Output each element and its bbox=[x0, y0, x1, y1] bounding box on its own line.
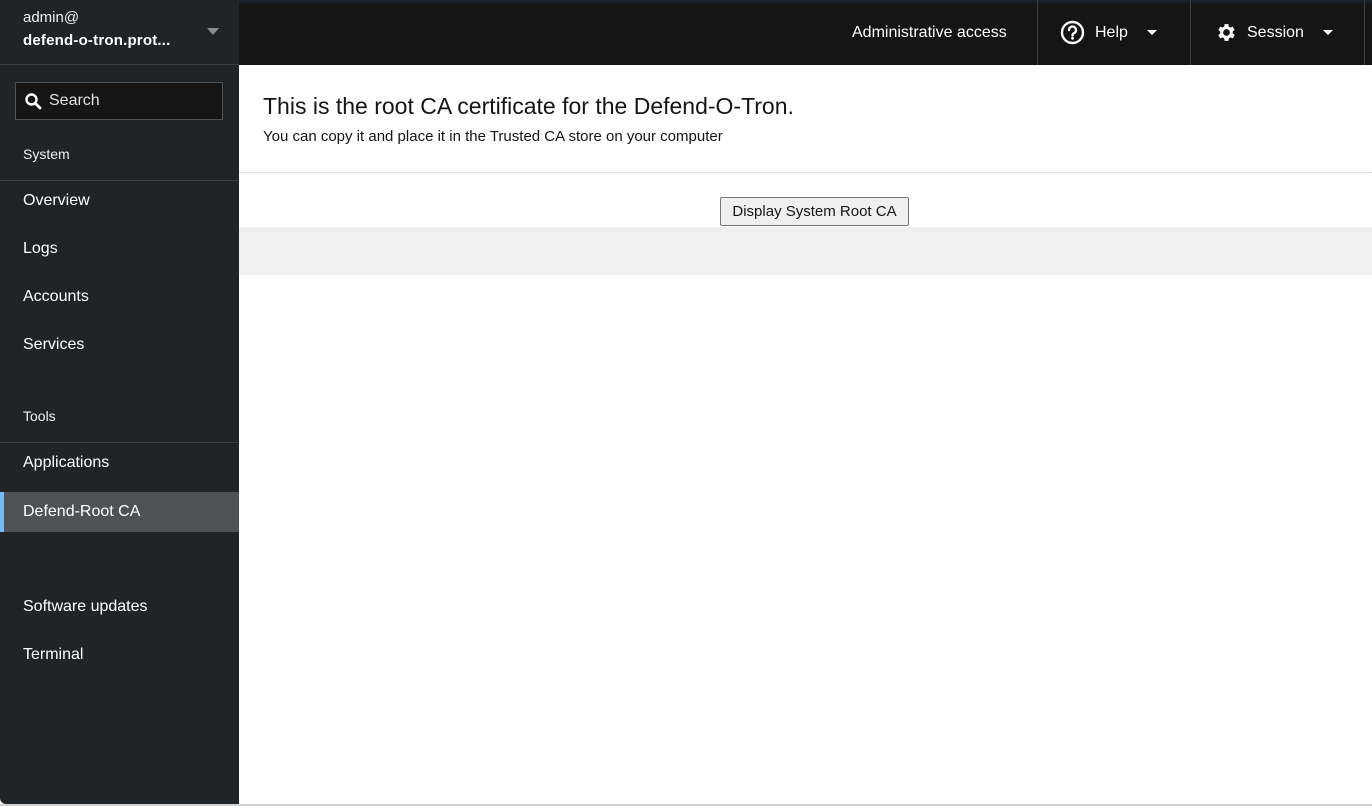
help-circle-icon bbox=[1060, 20, 1085, 45]
sidebar-item-defend-root-ca[interactable]: Defend-Root CA bbox=[0, 492, 239, 532]
nav-section-system: System bbox=[0, 142, 239, 181]
host-user: admin@ bbox=[23, 9, 80, 26]
administrative-access-button[interactable]: Administrative access bbox=[852, 0, 1007, 65]
host-switcher[interactable]: admin@ defend-o-tron.prot... bbox=[0, 0, 239, 65]
search-icon bbox=[24, 92, 42, 110]
session-label: Session bbox=[1247, 23, 1304, 41]
certificate-output-area bbox=[239, 227, 1372, 275]
sidebar-item-logs[interactable]: Logs bbox=[0, 229, 239, 269]
help-menu-button[interactable]: Help bbox=[1060, 0, 1157, 65]
topbar-divider bbox=[1037, 0, 1038, 65]
session-menu-button[interactable]: Session bbox=[1215, 0, 1333, 65]
sidebar-item-services[interactable]: Services bbox=[0, 325, 239, 365]
display-root-ca-button[interactable]: Display System Root CA bbox=[720, 197, 909, 226]
caret-down-icon bbox=[1146, 30, 1157, 35]
gear-icon bbox=[1215, 21, 1238, 44]
sidebar-item-overview[interactable]: Overview bbox=[0, 181, 239, 221]
caret-down-icon bbox=[207, 28, 219, 35]
sidebar-item-applications[interactable]: Applications bbox=[0, 443, 239, 483]
caret-down-icon bbox=[1322, 30, 1333, 35]
help-label: Help bbox=[1095, 23, 1128, 41]
sidebar-item-accounts[interactable]: Accounts bbox=[0, 277, 239, 317]
topbar-divider bbox=[1364, 0, 1365, 65]
search-box bbox=[15, 82, 223, 120]
nav-section-tools: Tools bbox=[0, 404, 239, 443]
sidebar-item-terminal[interactable]: Terminal bbox=[0, 635, 239, 675]
page-header: This is the root CA certificate for the … bbox=[239, 65, 1372, 173]
sidebar-item-software-updates[interactable]: Software updates bbox=[0, 587, 239, 627]
search-input[interactable] bbox=[49, 92, 209, 110]
top-bar: Administrative access Help Session bbox=[239, 0, 1372, 65]
sidebar: admin@ defend-o-tron.prot... System Over… bbox=[0, 0, 239, 804]
administrative-access-label: Administrative access bbox=[852, 23, 1007, 41]
page-title: This is the root CA certificate for the … bbox=[263, 93, 794, 119]
topbar-divider bbox=[1190, 0, 1191, 65]
page-subtitle: You can copy it and place it in the Trus… bbox=[263, 128, 723, 145]
